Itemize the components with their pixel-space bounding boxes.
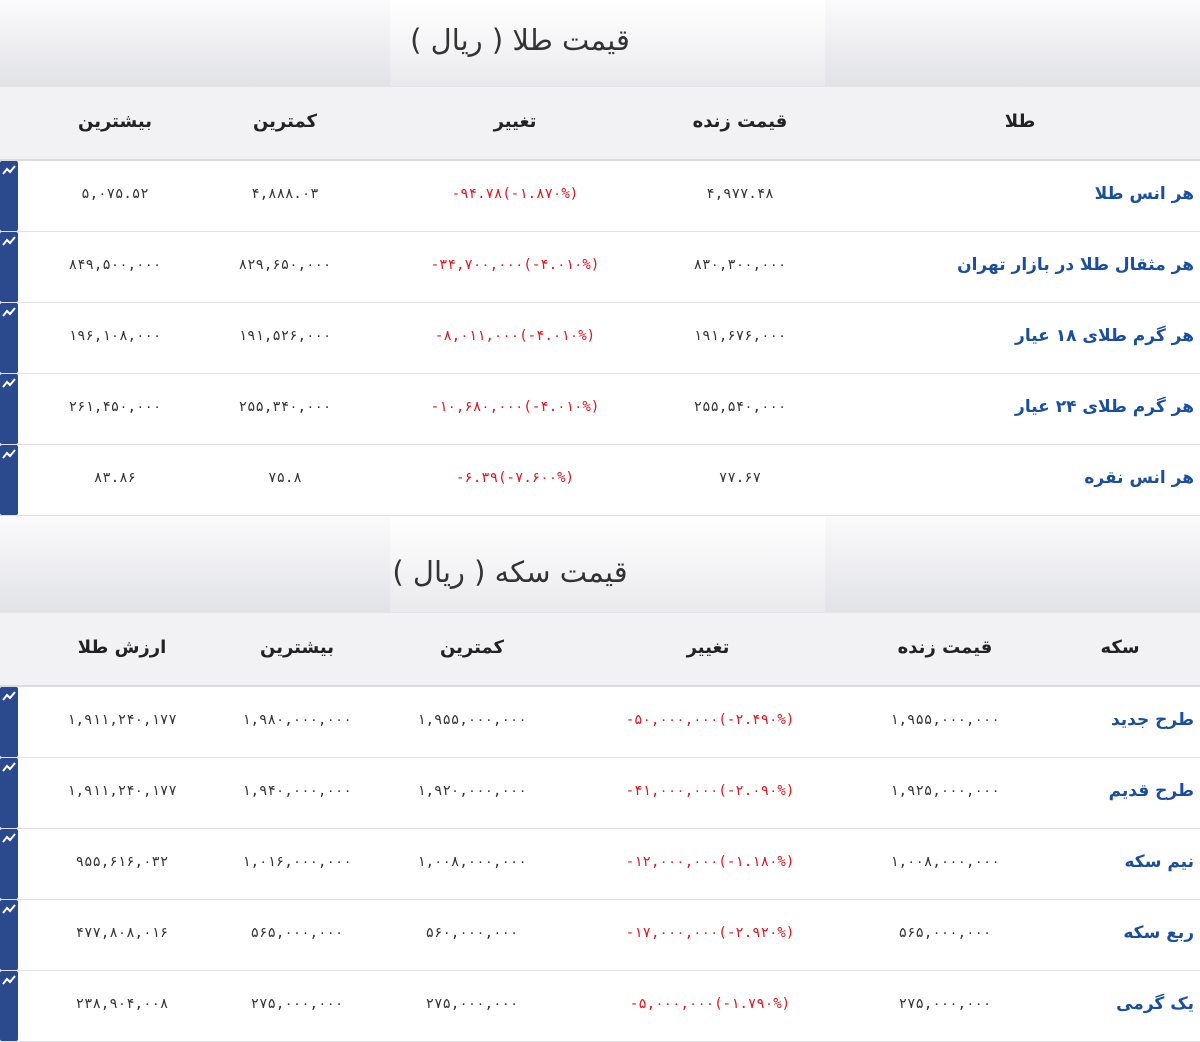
gold-row-high: ۲۶۱,۴۵۰,۰۰۰	[68, 399, 162, 415]
coin-row-high: ۱,۹۴۰,۰۰۰,۰۰۰	[242, 783, 352, 799]
gold-row-high: ۸۴۹,۵۰۰,۰۰۰	[68, 257, 162, 273]
coin-row-name[interactable]: طرح جدید	[1111, 687, 1194, 757]
gold-row-low: ۸۲۹,۶۵۰,۰۰۰	[238, 257, 332, 273]
gold-row-change: -۹۴.۷۸(-۱.۸۷۰%)	[451, 186, 579, 202]
coin-row-high: ۲۷۵,۰۰۰,۰۰۰	[250, 996, 344, 1012]
gold-section-title-bar: قیمت طلا ( ریال )	[0, 0, 1200, 86]
coin-row-name[interactable]: ربع سکه	[1123, 900, 1194, 970]
gold-row-live: ۴,۹۷۷.۴۸	[706, 186, 774, 202]
gold-row-low: ۷۵.۸	[268, 470, 302, 486]
coin-row-low: ۲۷۵,۰۰۰,۰۰۰	[425, 996, 519, 1012]
gold-row-name[interactable]: هر گرم طلای ۱۸ عیار	[1015, 303, 1194, 373]
coin-row-name[interactable]: نیم سکه	[1125, 829, 1195, 899]
gold-header-high: بیشترین	[78, 111, 152, 132]
coin-row-name[interactable]: طرح قدیم	[1109, 758, 1194, 828]
gold-row-high: ۸۳.۸۶	[93, 470, 137, 486]
coin-row-high: ۵۶۵,۰۰۰,۰۰۰	[250, 925, 344, 941]
chart-icon[interactable]	[0, 445, 18, 515]
gold-row-name[interactable]: هر مثقال طلا در بازار تهران	[957, 232, 1194, 302]
gold-table-row: هر گرم طلای ۱۸ عیار ۱۹۱,۶۷۶,۰۰۰ -۸,۰۱۱,۰…	[0, 303, 1200, 374]
coin-row-live: ۲۷۵,۰۰۰,۰۰۰	[898, 996, 992, 1012]
coin-header-live: قیمت زنده	[897, 637, 993, 658]
gold-section-title: قیمت طلا ( ریال )	[410, 23, 630, 57]
gold-row-low: ۴,۸۸۸.۰۳	[251, 186, 319, 202]
coin-row-low: ۱,۹۵۵,۰۰۰,۰۰۰	[417, 712, 527, 728]
gold-header-low: کمترین	[252, 111, 318, 132]
gold-row-live: ۲۵۵,۵۴۰,۰۰۰	[693, 399, 787, 415]
coin-header-low: کمترین	[439, 637, 505, 658]
chart-icon[interactable]	[0, 303, 18, 373]
gold-row-live: ۷۷.۶۷	[718, 470, 762, 486]
coin-row-live: ۱,۹۲۵,۰۰۰,۰۰۰	[890, 783, 1000, 799]
coin-table-row: ربع سکه ۵۶۵,۰۰۰,۰۰۰ -۱۷,۰۰۰,۰۰۰(-۲.۹۲۰%)…	[0, 900, 1200, 971]
coin-row-gold-value: ۴۷۷,۸۰۸,۰۱۶	[75, 925, 169, 941]
coin-row-low: ۱,۹۲۰,۰۰۰,۰۰۰	[417, 783, 527, 799]
coin-row-live: ۱,۹۵۵,۰۰۰,۰۰۰	[890, 712, 1000, 728]
chart-icon[interactable]	[0, 900, 18, 970]
gold-row-change: -۸,۰۱۱,۰۰۰(-۴.۰۱۰%)	[434, 328, 596, 344]
coin-row-change: -۱۷,۰۰۰,۰۰۰(-۲.۹۲۰%)	[625, 925, 795, 941]
coin-row-live: ۵۶۵,۰۰۰,۰۰۰	[898, 925, 992, 941]
chart-icon[interactable]	[0, 829, 18, 899]
coin-row-high: ۱,۰۱۶,۰۰۰,۰۰۰	[242, 854, 352, 870]
coin-header-name: سکه	[1100, 637, 1140, 658]
coin-header-change: تغییر	[686, 637, 730, 658]
coin-section-title-bar: قیمت سکه ( ریال )	[0, 516, 1200, 612]
coin-row-low: ۵۶۰,۰۰۰,۰۰۰	[425, 925, 519, 941]
coin-table-row: طرح جدید ۱,۹۵۵,۰۰۰,۰۰۰ -۵۰,۰۰۰,۰۰۰(-۲.۴۹…	[0, 687, 1200, 758]
gold-row-name[interactable]: هر انس طلا	[1095, 161, 1194, 231]
gold-row-name[interactable]: هر گرم طلای ۲۴ عیار	[1015, 374, 1194, 444]
coin-row-change: -۴۱,۰۰۰,۰۰۰(-۲.۰۹۰%)	[625, 783, 795, 799]
coin-row-gold-value: ۱,۹۱۱,۲۴۰,۱۷۷	[67, 712, 177, 728]
coin-row-live: ۱,۰۰۸,۰۰۰,۰۰۰	[890, 854, 1000, 870]
coin-row-change: -۱۲,۰۰۰,۰۰۰(-۱.۱۸۰%)	[625, 854, 795, 870]
coin-row-high: ۱,۹۸۰,۰۰۰,۰۰۰	[242, 712, 352, 728]
chart-icon[interactable]	[0, 374, 18, 444]
gold-row-low: ۲۵۵,۳۴۰,۰۰۰	[238, 399, 332, 415]
chart-icon[interactable]	[0, 971, 18, 1041]
coin-table-row: یک گرمی ۲۷۵,۰۰۰,۰۰۰ -۵,۰۰۰,۰۰۰(-۱.۷۹۰%) …	[0, 971, 1200, 1042]
gold-header-name: طلا	[1004, 111, 1036, 132]
coin-row-gold-value: ۹۵۵,۶۱۶,۰۳۲	[75, 854, 169, 870]
gold-header-change: تغییر	[493, 111, 537, 132]
gold-table-row: هر انس نقره ۷۷.۶۷ -۶.۳۹(-۷.۶۰۰%) ۷۵.۸ ۸۳…	[0, 445, 1200, 516]
gold-row-name[interactable]: هر انس نقره	[1084, 445, 1194, 515]
coin-table-row: طرح قدیم ۱,۹۲۵,۰۰۰,۰۰۰ -۴۱,۰۰۰,۰۰۰(-۲.۰۹…	[0, 758, 1200, 829]
chart-icon[interactable]	[0, 687, 18, 757]
coin-row-low: ۱,۰۰۸,۰۰۰,۰۰۰	[417, 854, 527, 870]
coin-table-row: نیم سکه ۱,۰۰۸,۰۰۰,۰۰۰ -۱۲,۰۰۰,۰۰۰(-۱.۱۸۰…	[0, 829, 1200, 900]
coin-header-high: بیشترین	[260, 637, 334, 658]
coin-table-header: سکه قیمت زنده تغییر کمترین بیشترین ارزش …	[0, 612, 1200, 687]
gold-row-change: -۱۰,۶۸۰,۰۰۰(-۴.۰۱۰%)	[430, 399, 600, 415]
gold-row-live: ۱۹۱,۶۷۶,۰۰۰	[693, 328, 787, 344]
gold-table-header: طلا قیمت زنده تغییر کمترین بیشترین	[0, 86, 1200, 161]
gold-table-row: هر گرم طلای ۲۴ عیار ۲۵۵,۵۴۰,۰۰۰ -۱۰,۶۸۰,…	[0, 374, 1200, 445]
coin-header-gold-value: ارزش طلا	[77, 637, 167, 658]
chart-icon[interactable]	[0, 758, 18, 828]
gold-row-high: ۵,۰۷۵.۵۲	[81, 186, 149, 202]
chart-icon[interactable]	[0, 232, 18, 302]
chart-icon[interactable]	[0, 161, 18, 231]
coin-row-name[interactable]: یک گرمی	[1116, 971, 1194, 1041]
coin-row-gold-value: ۱,۹۱۱,۲۴۰,۱۷۷	[67, 783, 177, 799]
coin-row-gold-value: ۲۳۸,۹۰۴,۰۰۸	[75, 996, 169, 1012]
gold-row-high: ۱۹۶,۱۰۸,۰۰۰	[68, 328, 162, 344]
gold-header-live: قیمت زنده	[692, 111, 788, 132]
gold-table-row: هر مثقال طلا در بازار تهران ۸۳۰,۳۰۰,۰۰۰ …	[0, 232, 1200, 303]
gold-row-low: ۱۹۱,۵۲۶,۰۰۰	[238, 328, 332, 344]
gold-table-row: هر انس طلا ۴,۹۷۷.۴۸ -۹۴.۷۸(-۱.۸۷۰%) ۴,۸۸…	[0, 161, 1200, 232]
gold-row-live: ۸۳۰,۳۰۰,۰۰۰	[693, 257, 787, 273]
coin-row-change: -۵,۰۰۰,۰۰۰(-۱.۷۹۰%)	[629, 996, 791, 1012]
gold-row-change: -۳۴,۷۰۰,۰۰۰(-۴.۰۱۰%)	[430, 257, 600, 273]
coin-section-title: قیمت سکه ( ریال )	[392, 555, 628, 589]
coin-row-change: -۵۰,۰۰۰,۰۰۰(-۲.۴۹۰%)	[625, 712, 795, 728]
gold-row-change: -۶.۳۹(-۷.۶۰۰%)	[455, 470, 574, 486]
